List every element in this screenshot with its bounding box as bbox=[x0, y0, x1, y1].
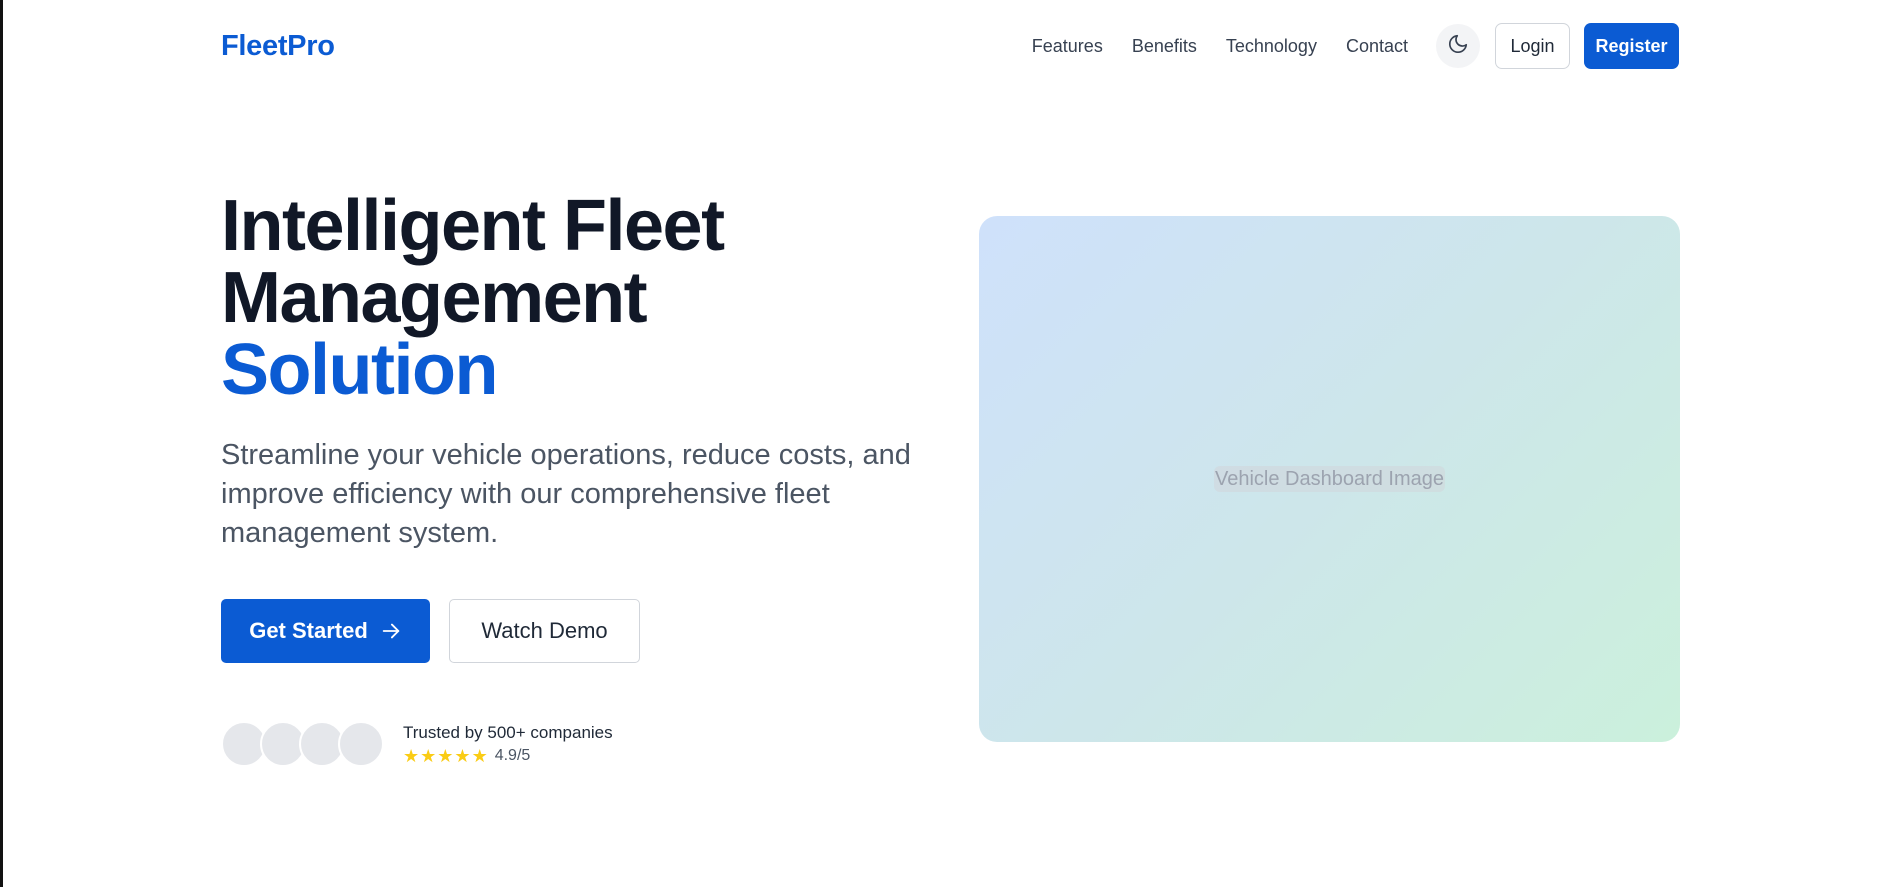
trust-text: Trusted by 500+ companies bbox=[403, 723, 613, 742]
nav-link-benefits[interactable]: Benefits bbox=[1132, 36, 1197, 57]
star-icon: ★ bbox=[471, 746, 488, 766]
main-nav: Features Benefits Technology Contact Log… bbox=[1032, 23, 1679, 69]
star-icon: ★ bbox=[420, 746, 437, 766]
theme-toggle-button[interactable] bbox=[1436, 24, 1480, 68]
nav-link-contact[interactable]: Contact bbox=[1346, 36, 1408, 57]
watch-demo-button[interactable]: Watch Demo bbox=[449, 599, 640, 663]
get-started-label: Get Started bbox=[249, 618, 368, 643]
window-edge bbox=[0, 0, 3, 887]
rating-row: ★ ★ ★ ★ ★ 4.9/5 bbox=[403, 746, 613, 766]
star-icon: ★ bbox=[437, 746, 454, 766]
arrow-right-icon bbox=[380, 620, 402, 642]
hero-title-accent: Solution bbox=[221, 330, 498, 410]
hero-subtitle: Streamline your vehicle operations, redu… bbox=[221, 439, 911, 549]
trust-block: Trusted by 500+ companies ★ ★ ★ ★ ★ 4.9/… bbox=[403, 722, 613, 766]
nav-link-features[interactable]: Features bbox=[1032, 36, 1103, 57]
hero-title-line: Intelligent Fleet bbox=[221, 186, 725, 266]
dashboard-image-label: Vehicle Dashboard Image bbox=[1213, 466, 1446, 492]
dashboard-image-placeholder: Vehicle Dashboard Image bbox=[979, 216, 1680, 742]
rating-value: 4.9/5 bbox=[494, 747, 531, 764]
nav-link-technology[interactable]: Technology bbox=[1226, 36, 1317, 57]
logo[interactable]: FleetPro bbox=[221, 30, 335, 63]
hero-title: Intelligent Fleet Management Solution bbox=[221, 186, 725, 410]
login-button[interactable]: Login bbox=[1495, 23, 1570, 69]
avatar bbox=[338, 721, 384, 767]
site-header: FleetPro Features Benefits Technology Co… bbox=[221, 22, 1679, 70]
hero-title-line: Management bbox=[221, 258, 648, 338]
register-button[interactable]: Register bbox=[1584, 23, 1679, 69]
star-icon: ★ bbox=[403, 746, 420, 766]
moon-icon bbox=[1447, 33, 1469, 60]
star-icon: ★ bbox=[454, 746, 471, 766]
avatar-stack bbox=[221, 721, 391, 767]
star-rating: ★ ★ ★ ★ ★ bbox=[403, 746, 489, 766]
get-started-button[interactable]: Get Started bbox=[221, 599, 430, 663]
